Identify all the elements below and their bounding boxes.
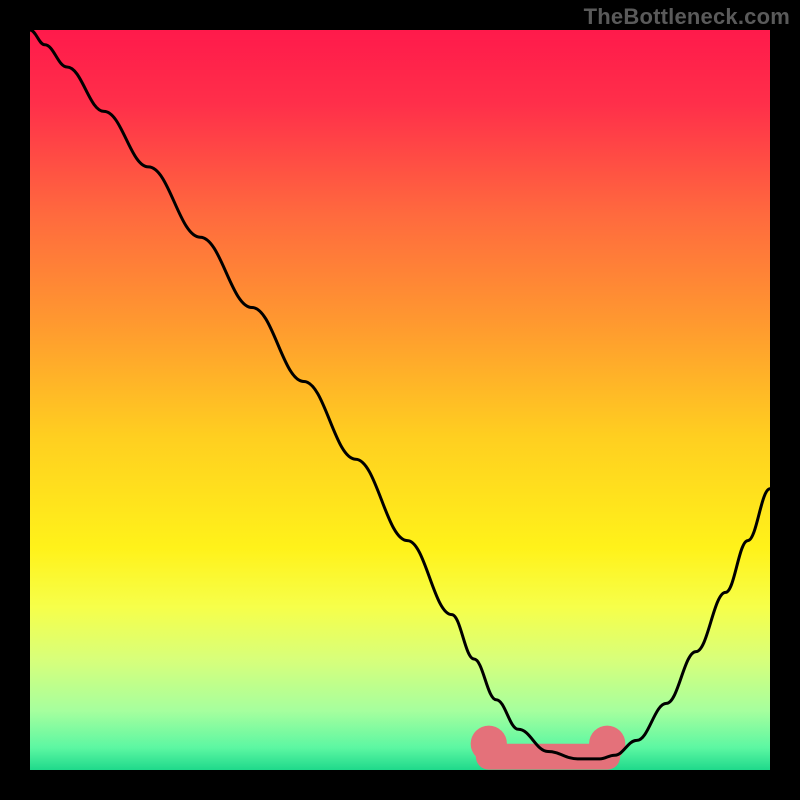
bottleneck-curve-path	[30, 30, 770, 759]
plot-area	[30, 30, 770, 770]
watermark-text: TheBottleneck.com	[584, 4, 790, 30]
sweet-spot-end-dot	[471, 726, 507, 762]
chart-container: TheBottleneck.com	[0, 0, 800, 800]
chart-curve	[30, 30, 770, 770]
